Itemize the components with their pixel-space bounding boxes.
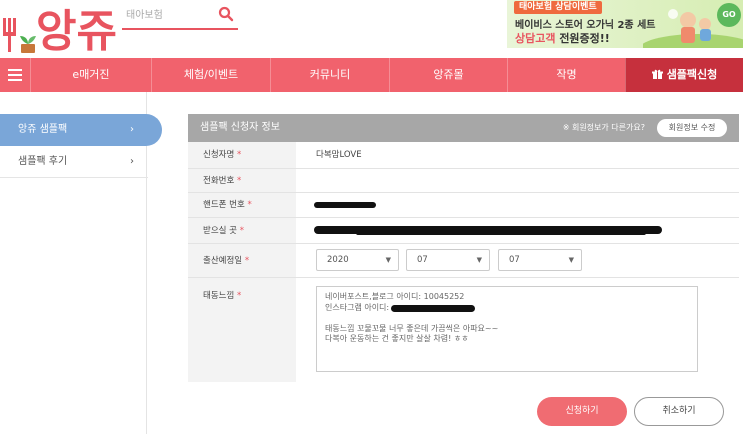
chevron-right-icon: › bbox=[130, 156, 134, 167]
row-note: 태동느낌 * 네이버포스트,블로그 아이디: 10045252 인스타그램 아이… bbox=[188, 278, 739, 382]
dropdown-arrow-icon: ▼ bbox=[568, 256, 574, 264]
phone-label: 전화번호 * bbox=[188, 169, 296, 192]
due-date-label: 출산예정일 * bbox=[188, 244, 296, 277]
sidebar: 앙쥬 샘플팩 › 샘플팩 후기 › bbox=[0, 114, 162, 178]
search-icon[interactable] bbox=[218, 6, 234, 22]
sidebar-item-sample-review[interactable]: 샘플팩 후기 › bbox=[0, 146, 148, 178]
note-label: 태동느낌 * bbox=[188, 278, 296, 382]
site-header: 앙쥬 태아보험 상담이벤트 베이비스 스토어 오가닉 2종 세트 상담고객 전원… bbox=[0, 0, 743, 58]
due-year-select[interactable]: 2020 ▼ bbox=[316, 249, 399, 271]
banner-line2: 상담고객 전원증정!! bbox=[515, 32, 610, 45]
go-badge[interactable]: GO bbox=[717, 3, 741, 27]
dropdown-arrow-icon: ▼ bbox=[476, 256, 482, 264]
name-value: 다복맘LOVE bbox=[316, 150, 362, 160]
chevron-right-icon: › bbox=[130, 124, 134, 135]
nav-sample-pack[interactable]: 샘플팩신청 bbox=[625, 58, 743, 92]
mobile-value-redacted bbox=[296, 193, 739, 217]
submit-button[interactable]: 신청하기 bbox=[537, 397, 627, 426]
nav-experience-event[interactable]: 체험/이벤트 bbox=[151, 58, 270, 92]
dropdown-arrow-icon: ▼ bbox=[385, 256, 391, 264]
row-mobile: 핸드폰 번호 * bbox=[188, 193, 739, 218]
sidebar-item-label: 샘플팩 후기 bbox=[18, 156, 68, 167]
banner-tag: 태아보험 상담이벤트 bbox=[514, 1, 602, 14]
nav-community[interactable]: 커뮤니티 bbox=[270, 58, 389, 92]
sidebar-item-label: 앙쥬 샘플팩 bbox=[18, 124, 68, 135]
address-label: 받으실 곳 * bbox=[188, 218, 296, 243]
member-info-question: ※ 회원정보가 다른가요? bbox=[562, 123, 645, 132]
main-nav: e매거진 체험/이벤트 커뮤니티 앙쥬몰 작명 샘플팩신청 bbox=[0, 58, 743, 92]
form-header: 샘플팩 신청자 정보 ※ 회원정보가 다른가요? 회원정보 수정 bbox=[188, 114, 739, 142]
form-title: 샘플팩 신청자 정보 bbox=[200, 122, 280, 133]
row-name: 신청자명 * 다복맘LOVE bbox=[188, 142, 739, 169]
row-phone: 전화번호 * bbox=[188, 169, 739, 193]
site-logo[interactable]: 앙쥬 bbox=[0, 0, 120, 58]
due-day-select[interactable]: 07 ▼ bbox=[498, 249, 582, 271]
cancel-button[interactable]: 취소하기 bbox=[634, 397, 724, 426]
search-box bbox=[122, 2, 238, 30]
promo-banner[interactable]: 태아보험 상담이벤트 베이비스 스토어 오가닉 2종 세트 상담고객 전원증정!… bbox=[507, 0, 743, 48]
nav-mall[interactable]: 앙쥬몰 bbox=[389, 58, 507, 92]
banner-line1: 베이비스 스토어 오가닉 2종 세트 bbox=[515, 20, 656, 31]
gift-icon bbox=[651, 69, 663, 80]
nav-emagazine[interactable]: e매거진 bbox=[30, 58, 151, 92]
search-input[interactable] bbox=[126, 6, 212, 24]
note-area: 네이버포스트,블로그 아이디: 10045252 인스타그램 아이디: 태동느낌… bbox=[296, 278, 739, 382]
phone-value bbox=[296, 169, 739, 192]
menu-icon[interactable] bbox=[0, 58, 30, 92]
sidebar-item-sample-pack[interactable]: 앙쥬 샘플팩 › bbox=[0, 114, 162, 146]
edit-member-info-button[interactable]: 회원정보 수정 bbox=[657, 119, 727, 137]
due-date-selects: 2020 ▼ 07 ▼ 07 ▼ bbox=[296, 244, 739, 277]
row-address: 받으실 곳 * bbox=[188, 218, 739, 244]
applicant-form: 샘플팩 신청자 정보 ※ 회원정보가 다른가요? 회원정보 수정 신청자명 * … bbox=[188, 114, 739, 382]
row-due-date: 출산예정일 * 2020 ▼ 07 ▼ 07 ▼ bbox=[188, 244, 739, 278]
logo-wordmark: 앙쥬 bbox=[36, 6, 117, 57]
name-label: 신청자명 * bbox=[188, 142, 296, 168]
nav-naming[interactable]: 작명 bbox=[507, 58, 625, 92]
due-month-select[interactable]: 07 ▼ bbox=[406, 249, 490, 271]
mobile-label: 핸드폰 번호 * bbox=[188, 193, 296, 217]
note-textarea[interactable]: 네이버포스트,블로그 아이디: 10045252 인스타그램 아이디: 태동느낌… bbox=[316, 286, 698, 372]
address-value-redacted bbox=[296, 218, 739, 243]
